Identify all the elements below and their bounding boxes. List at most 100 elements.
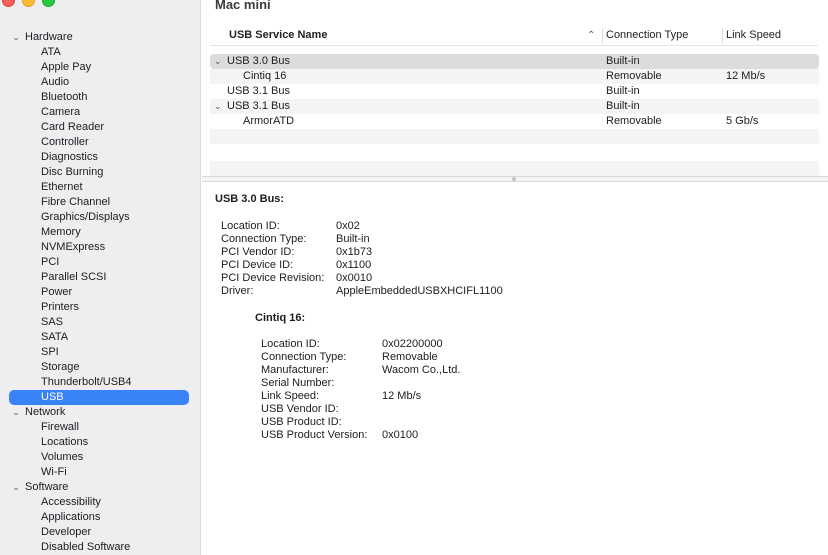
sidebar-item-apple-pay[interactable]: Apple Pay <box>0 60 200 75</box>
sidebar-item-disabled-software[interactable]: Disabled Software <box>0 540 200 555</box>
field-value: 0x02200000 <box>382 338 443 350</box>
usb-device-table: ⌄ USB 3.0 Bus Built-in Cintiq 16 Removab… <box>210 54 819 176</box>
sidebar-item-pci[interactable]: PCI <box>0 255 200 270</box>
sidebar-item-developer[interactable]: Developer <box>0 525 200 540</box>
cell-name: Cintiq 16 <box>243 70 287 82</box>
sidebar-item-applications[interactable]: Applications <box>0 510 200 525</box>
drag-handle-icon[interactable] <box>512 177 516 181</box>
sidebar-item-sata[interactable]: SATA <box>0 330 200 345</box>
field-key: Connection Type: <box>221 233 307 245</box>
field-key: Serial Number: <box>261 377 335 389</box>
sidebar-item-storage[interactable]: Storage <box>0 360 200 375</box>
sidebar-item-controller[interactable]: Controller <box>0 135 200 150</box>
sidebar-item-diagnostics[interactable]: Diagnostics <box>0 150 200 165</box>
sidebar-item-power[interactable]: Power <box>0 285 200 300</box>
table-row-empty <box>210 144 819 161</box>
sidebar-item-disc-burning[interactable]: Disc Burning <box>0 165 200 180</box>
sidebar-group-software[interactable]: ⌄ Software <box>0 480 200 495</box>
field-key: USB Product Version: <box>261 429 368 441</box>
minimize-window-button[interactable] <box>22 0 35 7</box>
sidebar-item-ata[interactable]: ATA <box>0 45 200 60</box>
sidebar-item-memory[interactable]: Memory <box>0 225 200 240</box>
table-row-empty <box>210 129 819 144</box>
field-value: 0x1b73 <box>336 246 373 258</box>
chevron-down-icon[interactable]: ⌄ <box>11 480 21 495</box>
sidebar-item-graphics-displays[interactable]: Graphics/Displays <box>0 210 200 225</box>
cell-connection: Removable <box>606 115 662 127</box>
field-value: Wacom Co.,Ltd. <box>382 364 461 376</box>
table-row[interactable]: ⌄ USB 3.0 Bus Built-in <box>210 54 819 69</box>
detail-pane: USB 3.0 Bus: Location ID: 0x02 Connection… <box>215 192 815 441</box>
window-title: Mac mini <box>215 0 271 12</box>
column-divider[interactable] <box>722 28 723 43</box>
field-value: 12 Mb/s <box>382 390 422 402</box>
sidebar-item-bluetooth[interactable]: Bluetooth <box>0 90 200 105</box>
column-divider[interactable] <box>602 28 603 43</box>
field-value: 0x1100 <box>336 259 372 271</box>
cell-connection: Built-in <box>606 55 640 67</box>
field-value: 0x0010 <box>336 272 373 284</box>
zoom-window-button[interactable] <box>42 0 55 7</box>
sidebar-group-label: Network <box>25 406 66 418</box>
sidebar-item-card-reader[interactable]: Card Reader <box>0 120 200 135</box>
column-header-link-speed[interactable]: Link Speed <box>726 28 781 43</box>
column-header-connection-type[interactable]: Connection Type <box>606 28 688 43</box>
table-row[interactable]: ArmorATD Removable 5 Gb/s <box>210 114 819 129</box>
field-value: Removable <box>382 351 438 363</box>
cell-speed: 5 Gb/s <box>726 115 759 127</box>
cell-name: USB 3.1 Bus <box>227 85 290 97</box>
field-value: 0x02 <box>336 220 360 232</box>
sidebar-item-volumes[interactable]: Volumes <box>0 450 200 465</box>
sidebar-item-parallel-scsi[interactable]: Parallel SCSI <box>0 270 200 285</box>
split-view-divider[interactable] <box>202 176 828 182</box>
table-row-empty <box>210 161 819 176</box>
table-row[interactable]: USB 3.1 Bus Built-in <box>210 84 819 99</box>
sidebar-item-firewall[interactable]: Firewall <box>0 420 200 435</box>
sidebar-item-nvmexpress[interactable]: NVMExpress <box>0 240 200 255</box>
chevron-down-icon[interactable]: ⌄ <box>214 54 222 69</box>
sidebar-item-ethernet[interactable]: Ethernet <box>0 180 200 195</box>
table-row[interactable]: ⌄ USB 3.1 Bus Built-in <box>210 99 819 114</box>
sidebar: ⌄ Hardware ATA Apple Pay Audio Bluetooth… <box>0 0 201 555</box>
sidebar-item-thunderbolt-usb4[interactable]: Thunderbolt/USB4 <box>0 375 200 390</box>
field-key: Driver: <box>221 285 254 297</box>
table-header: USB Service Name ⌃ Connection Type Link … <box>210 26 818 46</box>
field-value: Built-in <box>336 233 370 245</box>
cell-speed: 12 Mb/s <box>726 70 766 82</box>
table-row[interactable]: Cintiq 16 Removable 12 Mb/s <box>210 69 819 84</box>
column-header-name[interactable]: USB Service Name <box>229 28 327 43</box>
close-window-button[interactable] <box>2 0 15 7</box>
sidebar-item-spi[interactable]: SPI <box>0 345 200 360</box>
field-value: AppleEmbeddedUSBXHCIFL1100 <box>336 285 503 297</box>
sidebar-item-locations[interactable]: Locations <box>0 435 200 450</box>
field-key: PCI Device ID: <box>221 259 294 271</box>
sidebar-item-sas[interactable]: SAS <box>0 315 200 330</box>
field-value: 0x0100 <box>382 429 419 441</box>
sidebar-group-hardware[interactable]: ⌄ Hardware <box>0 30 200 45</box>
sidebar-group-network[interactable]: ⌄ Network <box>0 405 200 420</box>
cell-connection: Removable <box>606 70 662 82</box>
cell-name: USB 3.0 Bus <box>227 55 290 67</box>
detail-heading: USB 3.0 Bus: <box>215 193 285 205</box>
chevron-down-icon[interactable]: ⌄ <box>11 30 21 45</box>
sidebar-item-wi-fi[interactable]: Wi-Fi <box>0 465 200 480</box>
cell-name: USB 3.1 Bus <box>227 100 290 112</box>
sidebar-item-printers[interactable]: Printers <box>0 300 200 315</box>
main-panel: Mac mini USB Service Name ⌃ Connection T… <box>202 0 828 555</box>
sidebar-item-camera[interactable]: Camera <box>0 105 200 120</box>
field-key: USB Product ID: <box>261 416 342 428</box>
sidebar-group-label: Hardware <box>25 31 73 43</box>
sidebar-item-fibre-channel[interactable]: Fibre Channel <box>0 195 200 210</box>
sidebar-item-usb[interactable]: USB <box>0 390 200 405</box>
field-key: Manufacturer: <box>261 364 329 376</box>
sidebar-item-audio[interactable]: Audio <box>0 75 200 90</box>
field-key: Link Speed: <box>261 390 320 402</box>
cell-connection: Built-in <box>606 100 640 112</box>
sort-ascending-icon[interactable]: ⌃ <box>587 28 595 43</box>
sidebar-item-accessibility[interactable]: Accessibility <box>0 495 200 510</box>
chevron-down-icon[interactable]: ⌄ <box>214 99 222 114</box>
field-key: PCI Vendor ID: <box>221 246 295 258</box>
cell-connection: Built-in <box>606 85 640 97</box>
chevron-down-icon[interactable]: ⌄ <box>11 405 21 420</box>
field-key: Location ID: <box>221 220 280 232</box>
